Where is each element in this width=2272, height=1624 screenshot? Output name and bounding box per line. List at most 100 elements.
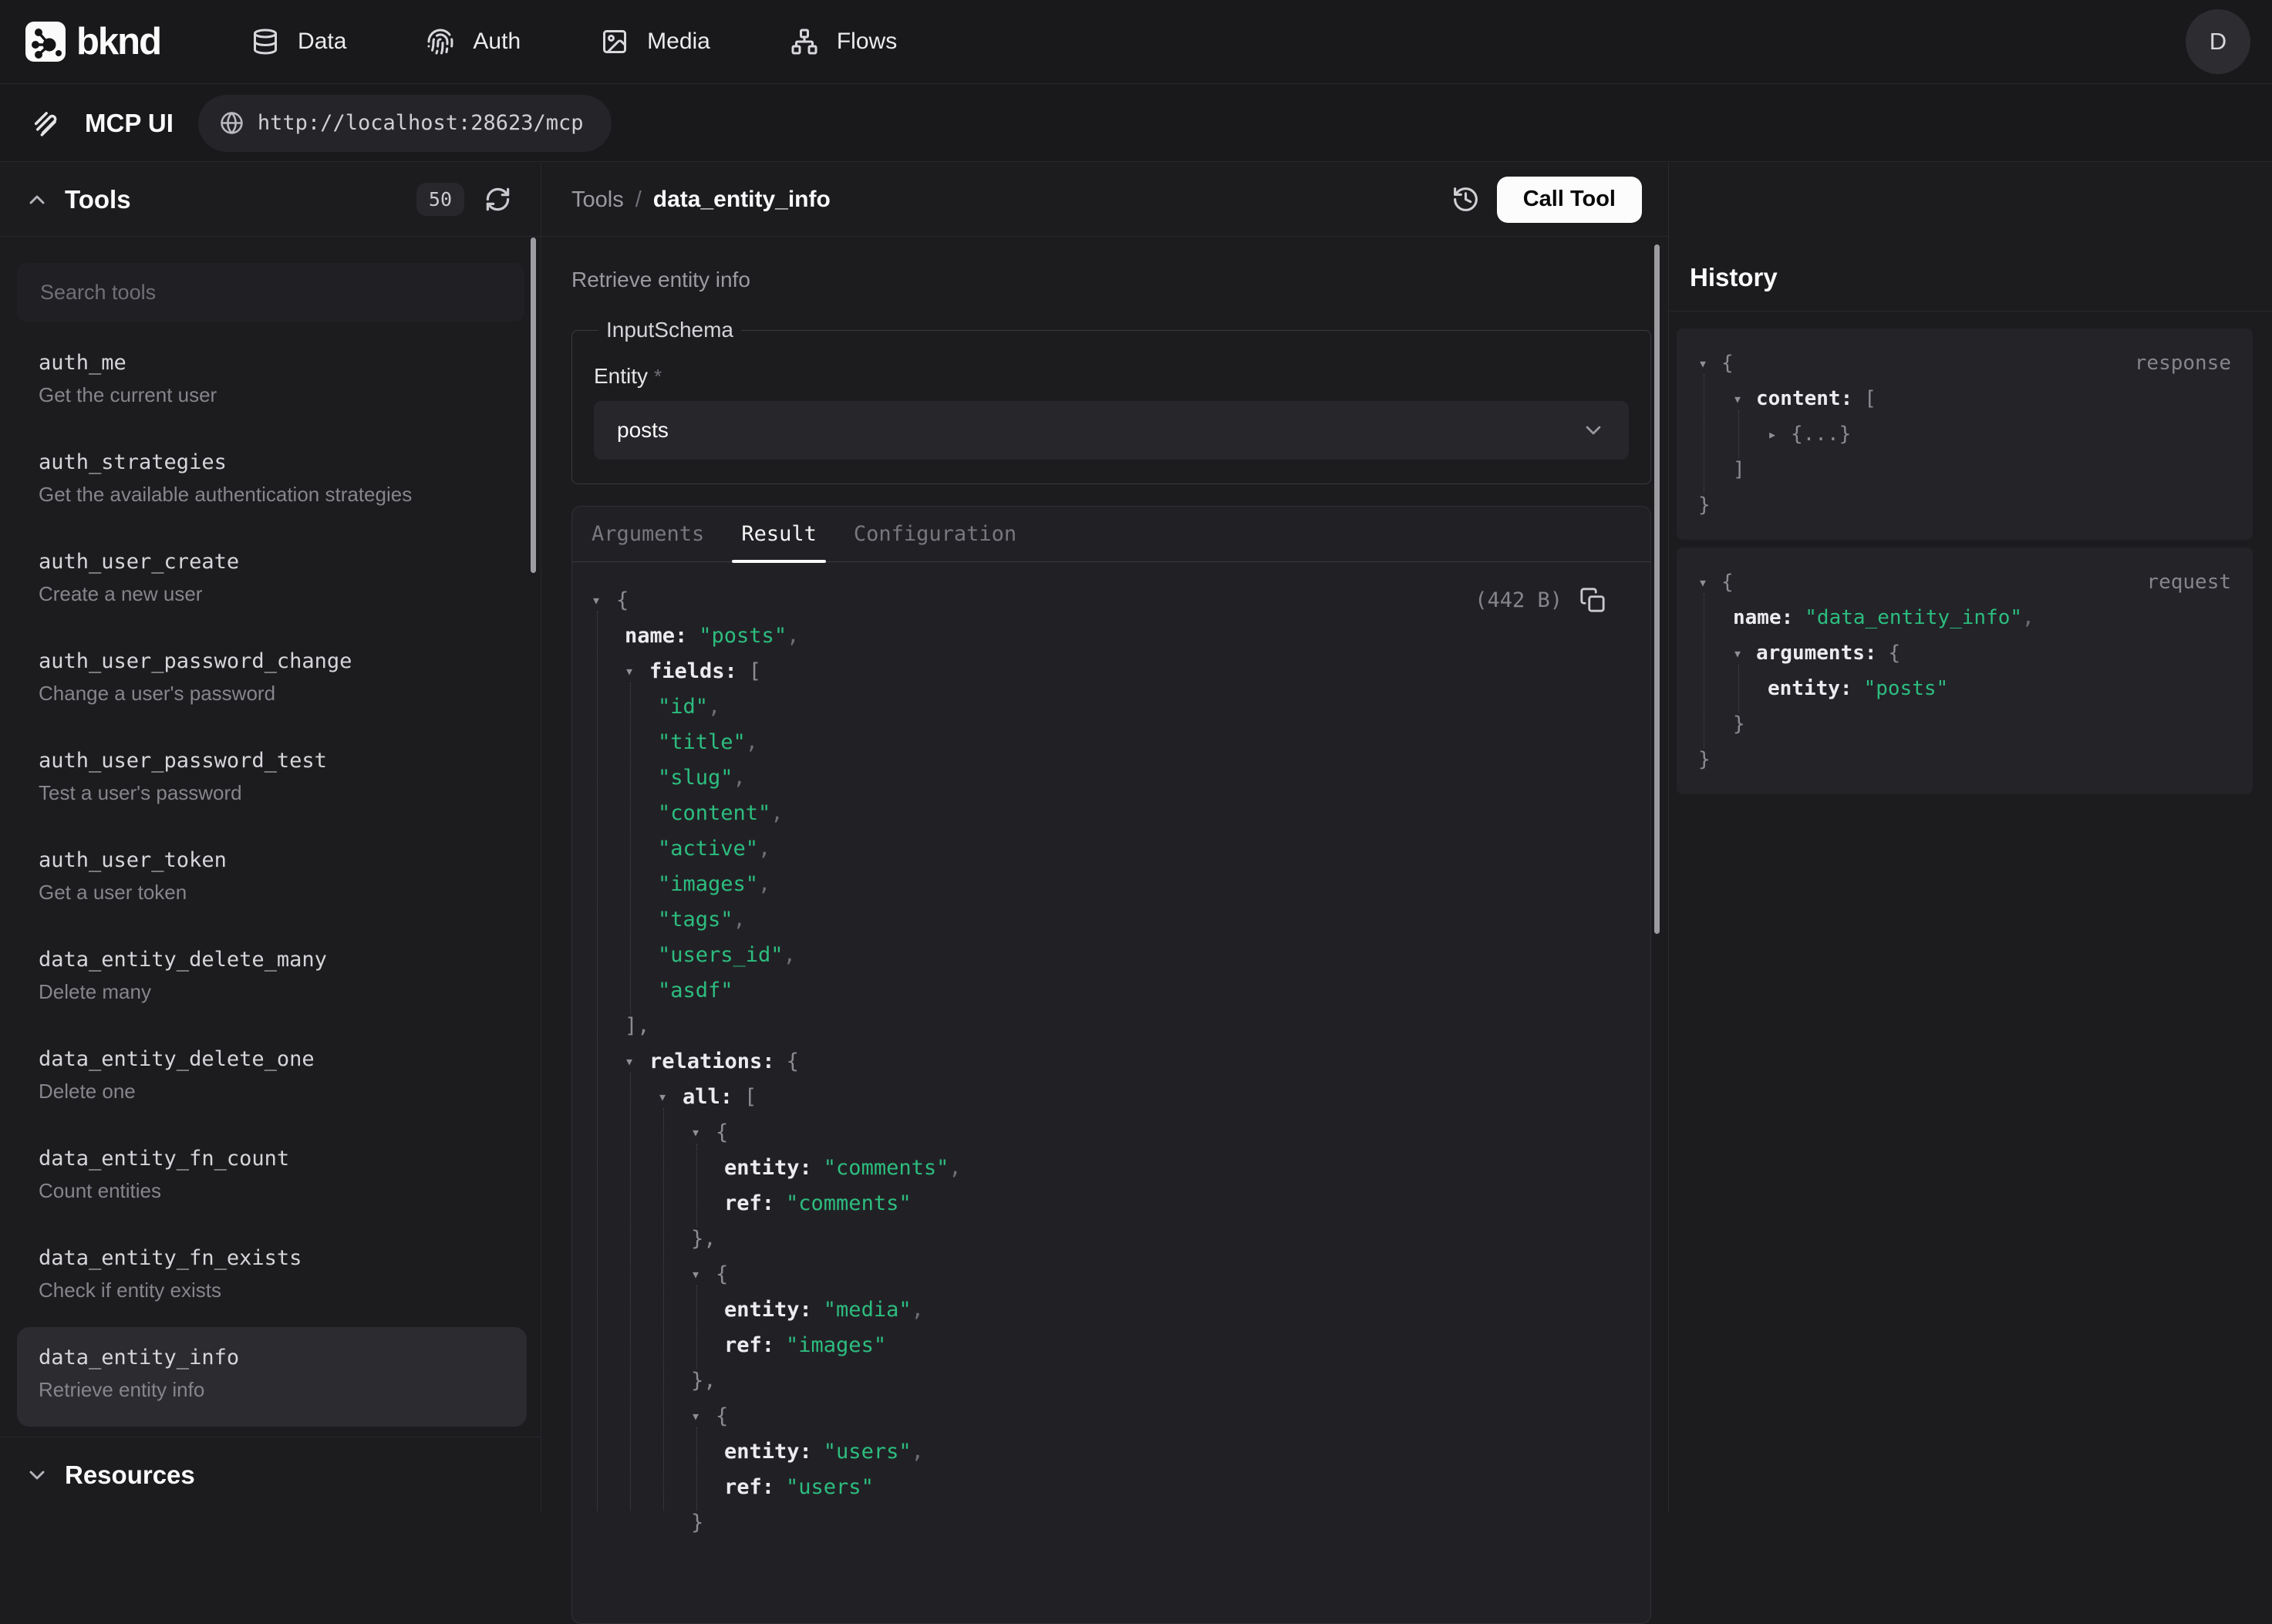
chevron-up-icon[interactable]	[25, 187, 49, 212]
json-token: {	[1721, 352, 1734, 375]
json-line: ▾arguments:{	[1698, 635, 2231, 671]
json-token: ,	[949, 1156, 961, 1180]
collapse-icon[interactable]: ▾	[1698, 573, 1721, 591]
tool-description: Get a user token	[39, 879, 527, 905]
user-avatar[interactable]: D	[2186, 9, 2250, 74]
entity-select[interactable]: posts	[594, 401, 1629, 460]
fingerprint-icon	[426, 28, 454, 56]
history-entry-request[interactable]: ▾{requestname:"data_entity_info",▾argume…	[1677, 548, 2253, 794]
indent-guide	[696, 1285, 697, 1369]
tool-item-data_entity_delete_one[interactable]: data_entity_delete_oneDelete one	[17, 1029, 527, 1128]
tool-item-auth_strategies[interactable]: auth_strategiesGet the available authent…	[17, 432, 527, 531]
tool-item-auth_user_password_change[interactable]: auth_user_password_changeChange a user's…	[17, 631, 527, 730]
json-token: "users"	[824, 1440, 912, 1464]
history-entry-response[interactable]: ▾{response▾content:[▸{...}]}	[1677, 329, 2253, 540]
json-token: "data_entity_info"	[1805, 606, 2022, 629]
tab-row: Arguments Result Configuration	[572, 507, 1650, 562]
json-token: ]	[1733, 458, 1745, 481]
tool-item-auth_user_token[interactable]: auth_user_token Get a user token	[17, 830, 527, 929]
tool-item-data_entity_delete_many[interactable]: data_entity_delete_manyDelete many	[17, 929, 527, 1029]
collapse-icon[interactable]: ▾	[691, 1265, 716, 1283]
main-scrollbar[interactable]	[1654, 244, 1660, 934]
indent-guide	[1738, 665, 1739, 713]
tool-item-auth_user_create[interactable]: auth_user_createCreate a new user	[17, 531, 527, 631]
tool-item-data_entity_fn_exists[interactable]: data_entity_fn_exists Check if entity exi…	[17, 1228, 527, 1327]
collapse-icon[interactable]: ▾	[1698, 354, 1721, 372]
json-token: entity:	[724, 1298, 812, 1322]
json-token: "comments"	[786, 1191, 912, 1215]
json-line: ▾{request	[1698, 564, 2231, 600]
nav-item-data[interactable]: Data	[251, 28, 346, 56]
json-token: ,	[746, 730, 758, 754]
json-token: arguments:	[1756, 642, 1877, 665]
collapse-icon[interactable]: ▾	[625, 1052, 649, 1070]
entity-field-label: Entity*	[594, 364, 1629, 389]
expand-icon[interactable]: ▸	[1768, 425, 1791, 443]
bknd-logo-icon[interactable]	[25, 22, 66, 62]
json-token: "images"	[786, 1333, 886, 1357]
chevron-down-icon	[1581, 418, 1606, 443]
collapse-icon[interactable]: ▾	[658, 1087, 683, 1106]
search-input[interactable]	[17, 263, 524, 322]
tool-name: data_entity_fn_exists	[39, 1245, 527, 1272]
json-token: ,	[708, 695, 720, 719]
json-token: ,	[758, 872, 770, 896]
top-nav: bknd Data Auth Media Flows D	[0, 0, 2272, 84]
image-icon	[601, 28, 629, 56]
brand-wordmark[interactable]: bknd	[76, 20, 160, 63]
collapse-icon[interactable]: ▾	[625, 662, 649, 680]
json-token: ,	[784, 943, 796, 967]
json-token: }	[1733, 713, 1745, 736]
json-token: }	[1698, 748, 1711, 771]
tool-item-data_entity_fn_count[interactable]: data_entity_fn_countCount entities	[17, 1128, 527, 1228]
json-line: ▾fields:[	[592, 653, 1631, 689]
history-panel: History ▾{response▾content:[▸{...}]}▾{re…	[1670, 163, 2272, 1513]
server-url-pill[interactable]: http://localhost:28623/mcp	[198, 95, 612, 152]
history-icon[interactable]	[1451, 185, 1480, 214]
refresh-icon[interactable]	[484, 186, 511, 213]
chevron-down-icon[interactable]	[25, 1463, 49, 1488]
collapse-icon[interactable]: ▾	[691, 1123, 716, 1141]
json-token: "posts"	[1864, 677, 1949, 700]
json-token: content:	[1756, 387, 1852, 410]
nav-item-media[interactable]: Media	[601, 28, 710, 56]
tool-item-data_entity_info[interactable]: data_entity_infoRetrieve entity info	[17, 1327, 527, 1427]
breadcrumb-section[interactable]: Tools	[571, 187, 624, 213]
tool-description: Delete one	[39, 1078, 527, 1104]
tool-description: Check if entity exists	[39, 1277, 527, 1303]
nav-item-flows[interactable]: Flows	[790, 28, 897, 56]
tab-arguments[interactable]: Arguments	[592, 507, 704, 561]
indent-guide	[696, 1427, 697, 1511]
collapse-icon[interactable]: ▾	[592, 591, 616, 609]
tab-result[interactable]: Result	[741, 507, 817, 561]
json-token: ref:	[724, 1475, 774, 1499]
tool-name: auth_user_token	[39, 847, 527, 874]
workflow-icon	[790, 28, 818, 56]
collapse-icon[interactable]: ▾	[691, 1407, 716, 1425]
json-token: "slug"	[658, 766, 733, 790]
copy-icon[interactable]	[1579, 587, 1606, 613]
collapse-icon[interactable]: ▾	[1733, 389, 1756, 408]
json-token: name:	[625, 624, 687, 648]
nav-item-auth[interactable]: Auth	[426, 28, 521, 56]
resources-section-header[interactable]: Resources	[0, 1437, 541, 1513]
history-list: ▾{response▾content:[▸{...}]}▾{requestnam…	[1670, 312, 2272, 794]
collapse-icon[interactable]: ▾	[1733, 644, 1756, 662]
tools-section-title: Tools	[65, 185, 131, 214]
json-line: ▸{...}	[1698, 416, 2231, 452]
json-token: {	[616, 588, 629, 612]
tool-description: Delete many	[39, 979, 527, 1005]
json-line: ],	[592, 1008, 1631, 1043]
json-token: entity:	[1768, 677, 1852, 700]
json-meta-label: request	[2146, 571, 2231, 594]
tool-item-auth_user_password_test[interactable]: auth_user_password_testTest a user's pas…	[17, 730, 527, 830]
tools-section-header[interactable]: Tools 50	[0, 163, 541, 237]
call-tool-button[interactable]: Call Tool	[1497, 177, 1642, 223]
json-token: ,	[758, 837, 770, 861]
breadcrumb-current: data_entity_info	[653, 187, 831, 213]
json-token: "asdf"	[658, 979, 733, 1002]
tab-configuration[interactable]: Configuration	[854, 507, 1016, 561]
sidebar-scrollbar[interactable]	[531, 238, 536, 573]
tool-description: Get the current user	[39, 382, 527, 408]
tool-item-auth_me[interactable]: auth_meGet the current user	[17, 332, 527, 432]
